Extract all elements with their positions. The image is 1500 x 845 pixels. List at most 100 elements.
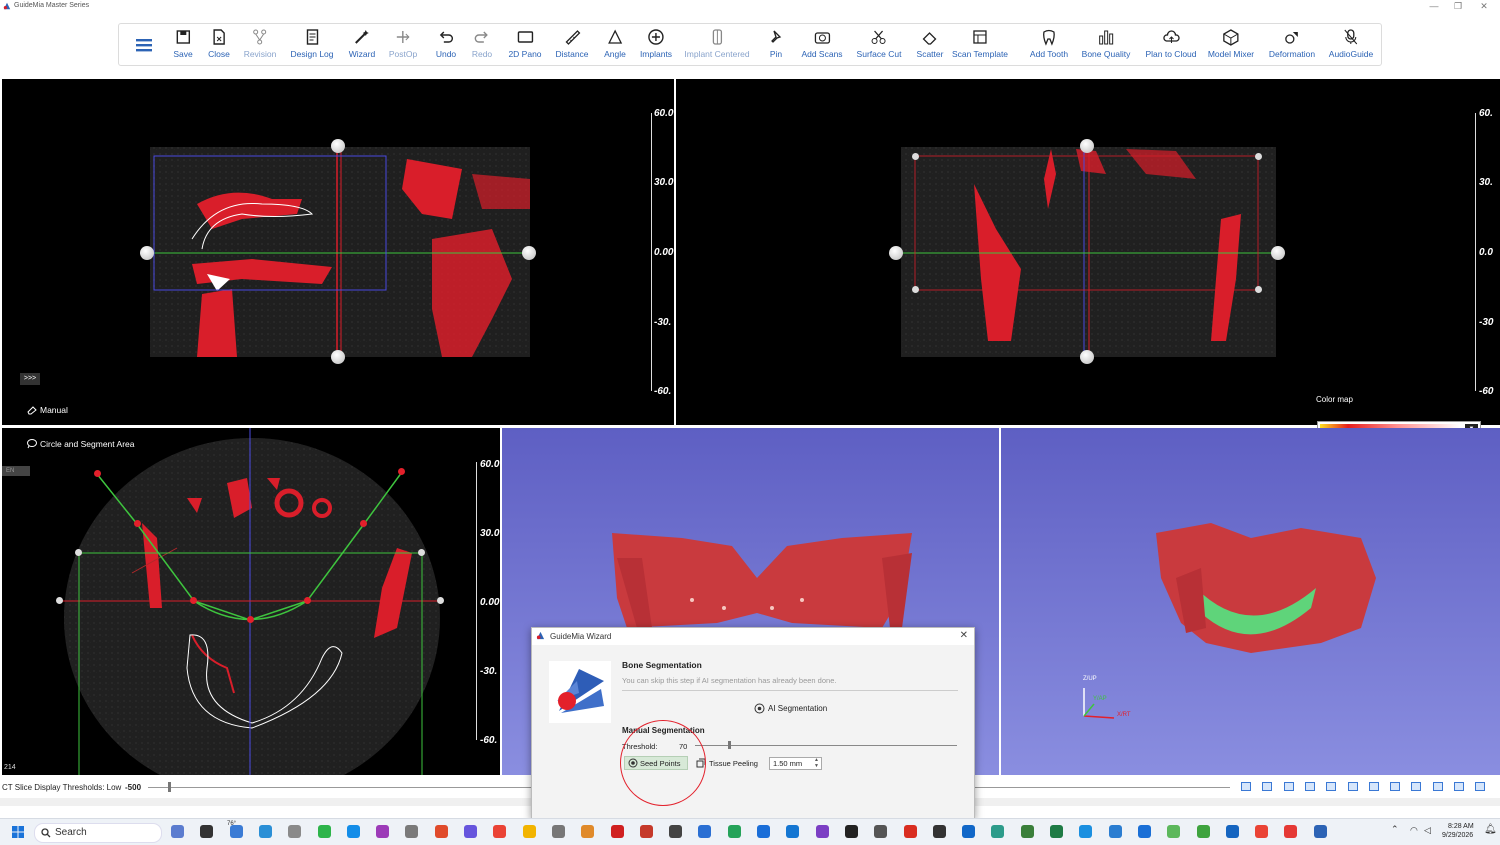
volume-icon[interactable]: ◁ [1424,825,1431,836]
toolbar-close-button[interactable]: Close [208,28,230,64]
sagittal-handle-top[interactable] [331,139,345,153]
taskbar-search-box[interactable]: Search [34,823,162,843]
wifi-icon[interactable]: ◠ [1410,825,1418,836]
toolbar-save-button[interactable]: Save [173,28,193,64]
arch-point[interactable] [360,520,367,527]
view-layout-icon[interactable] [1304,782,1315,791]
toolbar-deformation-button[interactable]: Deformation [1269,28,1315,64]
view-layout-icon[interactable] [1262,782,1273,791]
sagittal-handle-left[interactable] [140,246,154,260]
threshold-slider[interactable] [695,745,957,746]
close-window-button[interactable]: ✕ [1474,1,1494,12]
taskbar-app-icon[interactable] [1255,825,1269,838]
toolbar-undo-button[interactable]: Undo [436,28,456,64]
taskbar-app-icon[interactable] [669,825,683,838]
coronal-corner-handle[interactable] [912,286,919,293]
arch-point[interactable] [190,597,197,604]
taskbar-app-icon[interactable] [405,825,419,838]
taskbar-app-icon[interactable] [991,825,1005,838]
view-layout-icon[interactable] [1454,782,1464,791]
taskbar-app-icon[interactable] [932,825,946,838]
toolbar-implant-centered-button[interactable]: Implant Centered [684,28,750,64]
taskbar-app-icon[interactable] [1284,825,1298,838]
view-layout-icon[interactable] [1368,782,1379,791]
axial-handle[interactable] [75,549,82,556]
maximize-button[interactable]: ❐ [1448,1,1468,12]
toolbar-audioguide-button[interactable]: AudioGuide [1329,28,1373,64]
taskbar-app-icon[interactable] [639,825,653,838]
view-layout-icon[interactable] [1432,782,1443,791]
coronal-corner-handle[interactable] [912,153,919,160]
taskbar-app-icon[interactable] [874,825,888,838]
threshold-slider-thumb[interactable] [727,741,731,749]
ct-threshold-slider-right[interactable] [974,787,1230,788]
taskbar-app-icon[interactable] [376,825,390,838]
toolbar-angle-button[interactable]: Angle [604,28,626,64]
taskbar-app-icon[interactable] [464,825,477,838]
toolbar-add-tooth-button[interactable]: Add Tooth [1030,28,1068,64]
arch-point[interactable] [398,468,405,475]
arch-point[interactable] [134,520,141,527]
taskbar-app-icon[interactable] [200,825,214,838]
dialog-close-button[interactable]: ✕ [960,630,968,641]
toolbar-bone-quality-button[interactable]: Bone Quality [1082,28,1130,64]
taskbar-app-icon[interactable] [493,825,507,838]
taskbar-app-icon[interactable] [844,825,858,838]
taskbar-app-icon[interactable] [258,825,272,838]
menu-button[interactable] [136,37,152,53]
toolbar-model-mixer-button[interactable]: Model Mixer [1208,28,1254,64]
manual-mode-button[interactable]: Manual [27,405,68,415]
minimize-button[interactable]: — [1424,1,1444,11]
view-layout-icon[interactable] [1283,782,1294,791]
ai-segmentation-button[interactable]: AI Segmentation [754,703,827,714]
taskbar-app-icon[interactable] [551,825,565,838]
ct-threshold-thumb[interactable] [168,782,171,792]
coronal-handle-right[interactable] [1271,246,1285,260]
toolbar-design-log-button[interactable]: Design Log [290,28,334,64]
expand-panel-button[interactable]: >>> [20,373,40,385]
taskbar-app-icon[interactable] [171,825,184,838]
toolbar-postop-button[interactable]: PostOp [389,28,417,64]
taskbar-app-icon[interactable] [610,825,624,838]
notification-bell-icon[interactable]: 🔔︎ [1484,824,1497,835]
clock-time[interactable]: 8:28 AM [1448,823,1474,830]
axial-handle[interactable] [437,597,444,604]
axial-handle[interactable] [418,549,425,556]
taskbar-app-icon[interactable] [1137,825,1151,838]
taskbar-app-icon[interactable] [1313,825,1327,838]
taskbar-app-icon[interactable] [815,825,829,838]
axial-handle[interactable] [56,597,63,604]
taskbar-app-icon[interactable] [962,825,976,838]
taskbar-app-icon[interactable] [1196,825,1210,838]
toolbar-add-scans-button[interactable]: Add Scans [801,28,843,64]
taskbar-app-icon[interactable] [1167,825,1181,838]
view-layout-icon[interactable] [1347,782,1358,791]
toolbar-pin-button[interactable]: Pin [767,28,785,64]
taskbar-app-icon[interactable] [434,825,448,838]
arch-point[interactable] [304,597,311,604]
toolbar-scatter-button[interactable]: Scatter [917,28,943,64]
taskbar-app-icon[interactable] [786,825,800,838]
tray-chevron-icon[interactable]: ⌃ [1391,824,1399,835]
toolbar-wizard-button[interactable]: Wizard [349,28,375,64]
arch-point[interactable] [94,470,101,477]
taskbar-app-icon[interactable] [581,825,595,838]
taskbar-app-icon[interactable] [1050,825,1063,838]
taskbar-app-icon[interactable] [1020,825,1034,838]
sagittal-handle-right[interactable] [522,246,536,260]
peel-depth-stepper[interactable]: 1.50 mm ▲ ▼ [769,757,822,770]
taskbar-app-icon[interactable] [1079,825,1093,838]
toolbar-implants-button[interactable]: Implants [640,28,672,64]
view-layout-icon[interactable] [1475,782,1486,791]
clock-date[interactable]: 9/29/2026 [1442,832,1473,839]
toolbar-surface-cut-button[interactable]: Surface Cut [857,28,901,64]
sagittal-viewport[interactable]: 60.0 30.0 0.00 -30. -60. >>> Manual [2,79,674,425]
view-layout-icon[interactable] [1241,782,1251,791]
arch-point[interactable] [247,616,254,623]
sagittal-handle-bottom[interactable] [331,350,345,364]
toolbar-redo-button[interactable]: Redo [472,28,492,64]
taskbar-app-icon[interactable] [698,825,712,838]
circle-segment-mode-button[interactable]: Circle and Segment Area [26,438,135,449]
coronal-handle-top[interactable] [1080,139,1094,153]
taskbar-app-icon[interactable] [1225,825,1239,838]
